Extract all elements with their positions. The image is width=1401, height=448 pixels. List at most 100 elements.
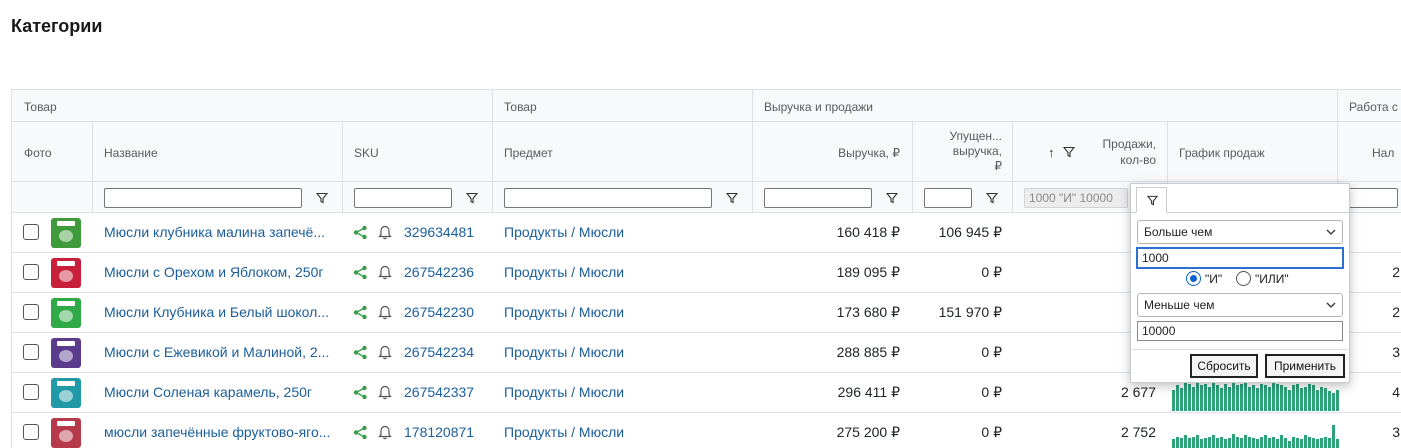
sales-sparkline[interactable] (1172, 381, 1339, 411)
product-photo[interactable] (51, 338, 81, 368)
reset-button[interactable]: Сбросить (1190, 354, 1258, 378)
bell-icon[interactable] (378, 265, 392, 280)
column-header-stock[interactable]: Нал (1372, 146, 1394, 160)
sparkline-bar (1304, 387, 1307, 411)
sku-link[interactable]: 267542230 (404, 293, 484, 333)
condition-1-select[interactable]: Больше чем (1137, 220, 1343, 244)
filter-name-input[interactable] (104, 188, 302, 208)
share-icon[interactable] (353, 305, 368, 320)
sparkline-bar (1292, 437, 1295, 448)
filter-lost-revenue-icon[interactable] (986, 192, 998, 204)
chevron-down-icon (1326, 229, 1336, 235)
row-checkbox[interactable] (23, 304, 39, 320)
share-icon[interactable] (353, 385, 368, 400)
condition-1-value-input[interactable] (1137, 248, 1343, 268)
filter-revenue-input[interactable] (764, 188, 872, 208)
sparkline-bar (1236, 437, 1239, 448)
group-header-work: Работа с о (1349, 100, 1401, 114)
sku-link[interactable]: 267542236 (404, 253, 484, 293)
sparkline-bar (1308, 384, 1311, 411)
row-checkbox[interactable] (23, 264, 39, 280)
filter-stock-input[interactable] (1346, 188, 1398, 208)
column-header-subject[interactable]: Предмет (504, 146, 553, 160)
sparkline-bar (1312, 438, 1315, 448)
header-filter-icon[interactable] (1063, 146, 1075, 158)
subject-link[interactable]: Продукты / Мюсли (504, 253, 704, 293)
subject-link[interactable]: Продукты / Мюсли (504, 333, 704, 373)
product-name-link[interactable]: Мюсли с Орехом и Яблоком, 250г (104, 253, 336, 293)
sparkline-bar (1292, 385, 1295, 411)
filter-tab[interactable] (1136, 187, 1167, 213)
column-header-name[interactable]: Название (104, 146, 158, 160)
product-photo[interactable] (51, 418, 81, 448)
sparkline-bar (1204, 384, 1207, 411)
product-photo[interactable] (51, 258, 81, 288)
sparkline-bar (1332, 425, 1335, 448)
sku-link[interactable]: 178120871 (404, 413, 484, 448)
sparkline-bar (1336, 390, 1339, 411)
share-icon[interactable] (353, 225, 368, 240)
sparkline-bar (1328, 391, 1331, 411)
column-header-revenue[interactable]: Выручка, ₽ (772, 146, 900, 160)
row-checkbox[interactable] (23, 224, 39, 240)
share-icon[interactable] (353, 345, 368, 360)
bell-icon[interactable] (378, 385, 392, 400)
filter-lost-revenue-input[interactable] (924, 188, 972, 208)
and-radio[interactable] (1186, 271, 1201, 286)
sku-link[interactable]: 267542234 (404, 333, 484, 373)
product-name-link[interactable]: Мюсли Клубника и Белый шокол... (104, 293, 336, 333)
sort-asc-icon[interactable]: ↑ (1048, 145, 1055, 160)
sku-link[interactable]: 267542337 (404, 373, 484, 413)
stock-value: 3 (1392, 344, 1400, 360)
bell-icon[interactable] (378, 425, 392, 440)
product-photo[interactable] (51, 298, 81, 328)
subject-link[interactable]: Продукты / Мюсли (504, 213, 704, 253)
apply-button[interactable]: Применить (1265, 354, 1345, 378)
row-checkbox[interactable] (23, 424, 39, 440)
filter-sku-input[interactable] (354, 188, 452, 208)
sku-link[interactable]: 329634481 (404, 213, 484, 253)
subject-link[interactable]: Продукты / Мюсли (504, 413, 704, 448)
sparkline-bar (1280, 385, 1283, 411)
product-photo[interactable] (51, 218, 81, 248)
sparkline-bar (1264, 435, 1267, 448)
sparkline-bar (1188, 438, 1191, 448)
lost-revenue-value: 151 970 ₽ (938, 304, 1002, 320)
condition-2-value-input[interactable] (1137, 321, 1343, 341)
subject-link[interactable]: Продукты / Мюсли (504, 293, 704, 333)
sparkline-bar (1316, 439, 1319, 448)
condition-2-select[interactable]: Меньше чем (1137, 293, 1343, 317)
product-name-link[interactable]: Мюсли клубника малина запечё... (104, 213, 336, 253)
filter-tab-icon (1147, 195, 1158, 206)
row-checkbox[interactable] (23, 384, 39, 400)
sparkline-bar (1308, 437, 1311, 448)
filter-name-icon[interactable] (316, 192, 328, 204)
filter-sku-icon[interactable] (466, 192, 478, 204)
share-icon[interactable] (353, 265, 368, 280)
bell-icon[interactable] (378, 305, 392, 320)
bell-icon[interactable] (378, 345, 392, 360)
column-header-lost-revenue[interactable]: Упущен... выручка, ₽ (922, 129, 1002, 174)
sparkline-bar (1180, 388, 1183, 411)
sparkline-bar (1268, 438, 1271, 448)
column-header-photo[interactable]: Фото (24, 146, 52, 160)
share-icon[interactable] (353, 425, 368, 440)
filter-subject-icon[interactable] (726, 192, 738, 204)
bell-icon[interactable] (378, 225, 392, 240)
column-header-sku[interactable]: SKU (354, 146, 379, 160)
subject-link[interactable]: Продукты / Мюсли (504, 373, 704, 413)
column-header-sales[interactable]: Продажи, кол-во (1082, 136, 1156, 168)
filter-revenue-icon[interactable] (886, 192, 898, 204)
sparkline-bar (1324, 388, 1327, 411)
or-radio[interactable] (1236, 271, 1251, 286)
filter-sales-input[interactable] (1024, 188, 1128, 208)
column-header-sales-chart[interactable]: График продаж (1179, 146, 1265, 160)
product-name-link[interactable]: Мюсли с Ежевикой и Малиной, 2... (104, 333, 336, 373)
sales-sparkline[interactable] (1172, 425, 1339, 448)
sparkline-bar (1332, 393, 1335, 411)
product-name-link[interactable]: Мюсли Соленая карамель, 250г (104, 373, 336, 413)
product-photo[interactable] (51, 378, 81, 408)
row-checkbox[interactable] (23, 344, 39, 360)
product-name-link[interactable]: мюсли запечённые фруктово-яго... (104, 413, 336, 448)
filter-subject-input[interactable] (504, 188, 712, 208)
